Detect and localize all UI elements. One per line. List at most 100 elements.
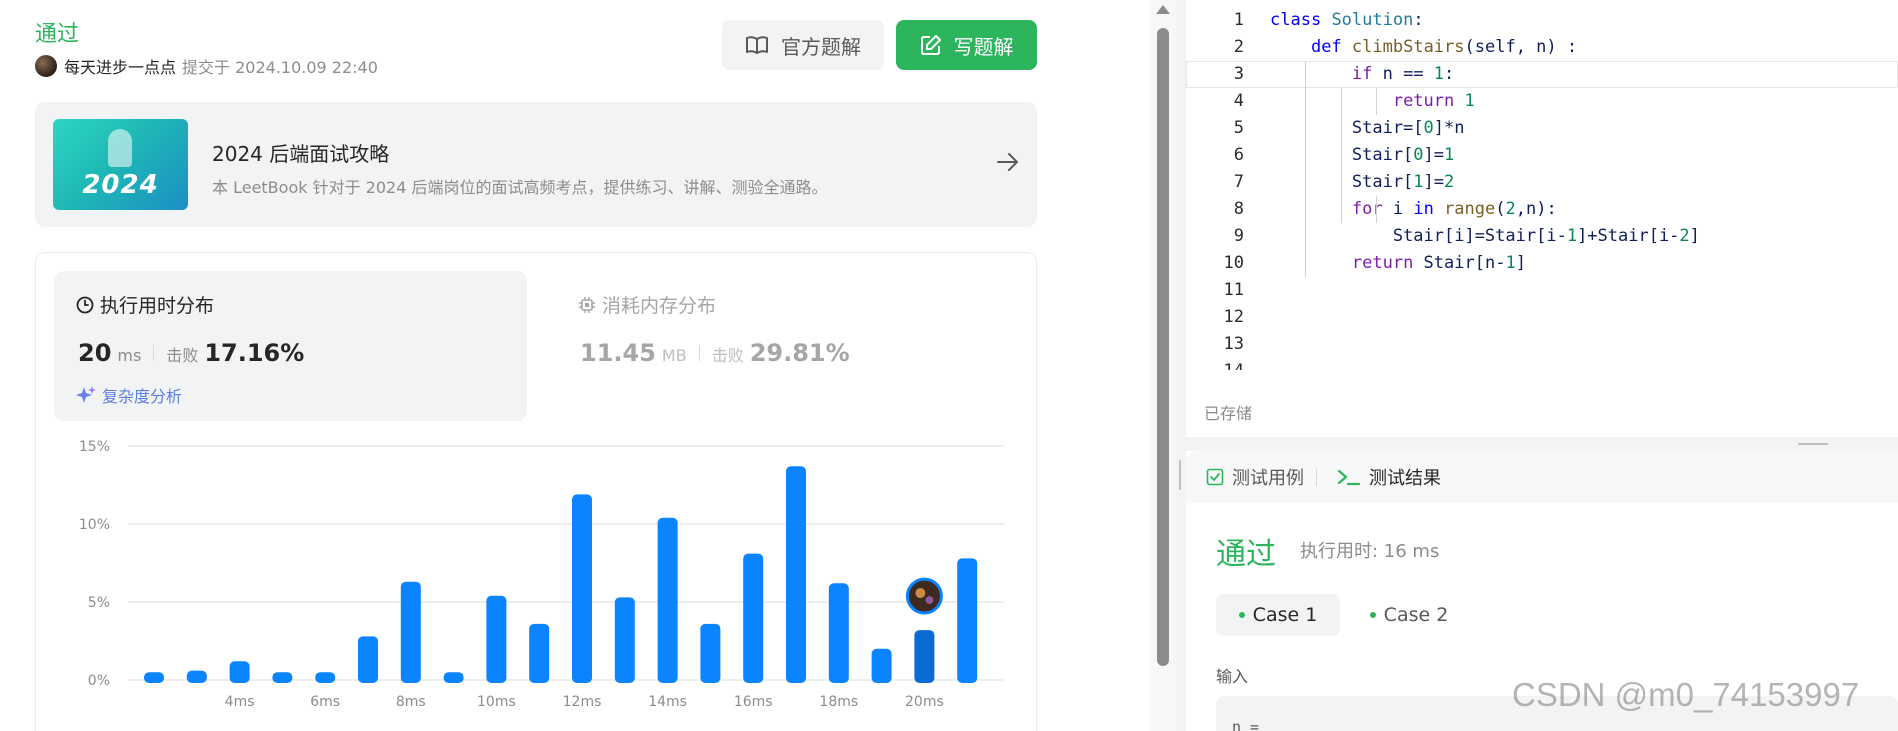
code-line[interactable]: 11 — [1186, 277, 1898, 304]
code-line[interactable]: 12 — [1186, 304, 1898, 331]
code-text[interactable]: for i in range(2,n): — [1270, 196, 1557, 223]
y-tick-label: 15% — [79, 439, 110, 455]
x-tick-label: 16ms — [734, 694, 773, 710]
banner-image-text: 2024 — [82, 170, 159, 200]
bar — [186, 670, 207, 683]
code-text[interactable]: class Solution: — [1270, 7, 1424, 34]
x-tick-label: 4ms — [225, 694, 255, 710]
bar — [400, 581, 421, 683]
scroll-up-arrow-icon[interactable] — [1156, 5, 1170, 14]
official-solution-button[interactable]: 官方题解 — [722, 20, 884, 70]
bar — [786, 466, 806, 683]
code-text[interactable]: Stair[0]=1 — [1270, 142, 1454, 169]
bar — [828, 583, 849, 683]
submission-detail-pane: 通过 每天进步一点点 提交于 2024.10.09 22:40 官方题解 写题解… — [0, 0, 1145, 731]
line-number: 13 — [1223, 334, 1244, 354]
case-1-label: Case 1 — [1252, 604, 1318, 626]
code-line[interactable]: 8 for i in range(2,n): — [1186, 196, 1898, 223]
tab-testcases-label: 测试用例 — [1232, 468, 1304, 489]
avatar[interactable] — [35, 55, 57, 77]
code-line[interactable]: 5 Stair=[0]*n — [1186, 115, 1898, 142]
code-text[interactable]: Stair=[0]*n — [1270, 115, 1465, 142]
code-line[interactable]: 6 Stair[0]=1 — [1186, 142, 1898, 169]
checkbox-icon — [1206, 468, 1224, 486]
line-number: 11 — [1223, 280, 1244, 300]
horizontal-splitter[interactable] — [1186, 437, 1898, 451]
case-1-button[interactable]: Case 1 — [1216, 594, 1340, 636]
x-tick-label: 10ms — [477, 694, 516, 710]
pane-gutter — [1176, 0, 1186, 731]
y-tick-label: 10% — [79, 517, 110, 533]
line-number: 5 — [1233, 118, 1244, 138]
banner-image: 2024 — [53, 119, 188, 210]
case-pass-dot — [1238, 612, 1245, 618]
code-line[interactable]: 14 — [1186, 358, 1898, 370]
code-line[interactable]: 3 if n == 1: — [1186, 61, 1898, 88]
tab-testcases[interactable]: 测试用例 — [1206, 464, 1304, 490]
bar — [871, 648, 892, 683]
code-lines[interactable]: 1 class Solution: 2 def climbStairs(self, … — [1186, 7, 1898, 370]
runtime-distribution-chart: 0% 5% 10% 15% 4ms 6ms 8ms 10ms 12ms 14ms 16ms 18ms 2… — [79, 439, 1004, 710]
code-text[interactable]: Stair[i]=Stair[i-1]+Stair[i-2] — [1270, 223, 1700, 250]
avatar-detail — [925, 596, 934, 605]
bar — [358, 636, 378, 683]
code-line[interactable]: 7 Stair[1]=2 — [1186, 169, 1898, 196]
line-number: 4 — [1233, 91, 1244, 111]
x-tick-label: 12ms — [563, 694, 602, 710]
user-name[interactable]: 每天进步一点点 — [64, 54, 176, 78]
x-tick-label: 20ms — [905, 694, 944, 710]
bar — [614, 597, 635, 683]
saved-status: 已存储 — [1204, 404, 1253, 423]
code-text[interactable]: if n == 1: — [1270, 61, 1454, 88]
horizontal-resize-handle[interactable] — [1798, 443, 1828, 445]
bar — [957, 558, 978, 683]
banner-title: 2024 后端面试攻略 — [212, 142, 390, 166]
write-solution-label: 写题解 — [953, 34, 1014, 59]
bar — [700, 623, 721, 683]
x-tick-label: 6ms — [310, 694, 340, 710]
bar — [657, 517, 678, 683]
bar — [743, 553, 764, 683]
code-text[interactable]: return 1 — [1270, 88, 1475, 115]
tab-results[interactable]: 测试结果 — [1337, 464, 1441, 490]
submit-time: 提交于 2024.10.09 22:40 — [182, 58, 378, 77]
indent-guide — [1376, 88, 1377, 115]
terminal-icon — [1337, 469, 1361, 486]
code-line[interactable]: 9 Stair[i]=Stair[i-1]+Stair[i-2] — [1186, 223, 1898, 250]
arrow-right-icon[interactable] — [997, 152, 1019, 172]
case-pass-dot — [1369, 612, 1376, 618]
bar — [914, 630, 935, 683]
code-text[interactable]: Stair[1]=2 — [1270, 169, 1454, 196]
y-tick-label: 0% — [88, 673, 110, 689]
line-number: 14 — [1186, 358, 1244, 370]
scrollbar-thumb[interactable] — [1157, 28, 1169, 666]
line-number: 6 — [1233, 145, 1244, 165]
line-number: 12 — [1223, 307, 1244, 327]
code-line[interactable]: 10 return Stair[n-1] — [1186, 250, 1898, 277]
vertical-resize-handle[interactable] — [1179, 460, 1181, 490]
code-text[interactable]: def climbStairs(self, n) : — [1270, 34, 1577, 61]
result-runtime: 执行用时: 16 ms — [1300, 541, 1440, 562]
tab-results-label: 测试结果 — [1369, 468, 1441, 489]
code-editor[interactable]: 1 class Solution: 2 def climbStairs(self, … — [1186, 0, 1898, 437]
code-line[interactable]: 1 class Solution: — [1186, 7, 1898, 34]
leetbook-banner[interactable]: 2024 2024 后端面试攻略 本 LeetBook 针对于 2024 后端岗… — [35, 102, 1037, 227]
case-2-label: Case 2 — [1383, 604, 1449, 626]
bar — [315, 672, 336, 683]
test-tabs: 测试用例 测试结果 — [1186, 451, 1898, 503]
code-line[interactable]: 4 return 1 — [1186, 88, 1898, 115]
input-label: 输入 — [1216, 667, 1249, 686]
case-2-button[interactable]: Case 2 — [1354, 594, 1464, 636]
submission-status: 通过 — [35, 22, 80, 47]
stats-card: 执行用时分布 20 ms 击败 17.16% 复杂度分析 消耗内存分布 11.4… — [35, 252, 1037, 731]
line-number: 1 — [1233, 10, 1244, 30]
code-text[interactable]: return Stair[n-1] — [1270, 250, 1526, 277]
indent-guide — [1376, 196, 1377, 223]
code-line[interactable]: 13 — [1186, 331, 1898, 358]
x-tick-label: 14ms — [648, 694, 687, 710]
x-tick-label: 8ms — [396, 694, 426, 710]
banner-description: 本 LeetBook 针对于 2024 后端岗位的面试高频考点，提供练习、讲解、… — [212, 178, 828, 197]
write-solution-button[interactable]: 写题解 — [896, 20, 1037, 70]
line-number: 8 — [1233, 199, 1244, 219]
code-line[interactable]: 2 def climbStairs(self, n) : — [1186, 34, 1898, 61]
